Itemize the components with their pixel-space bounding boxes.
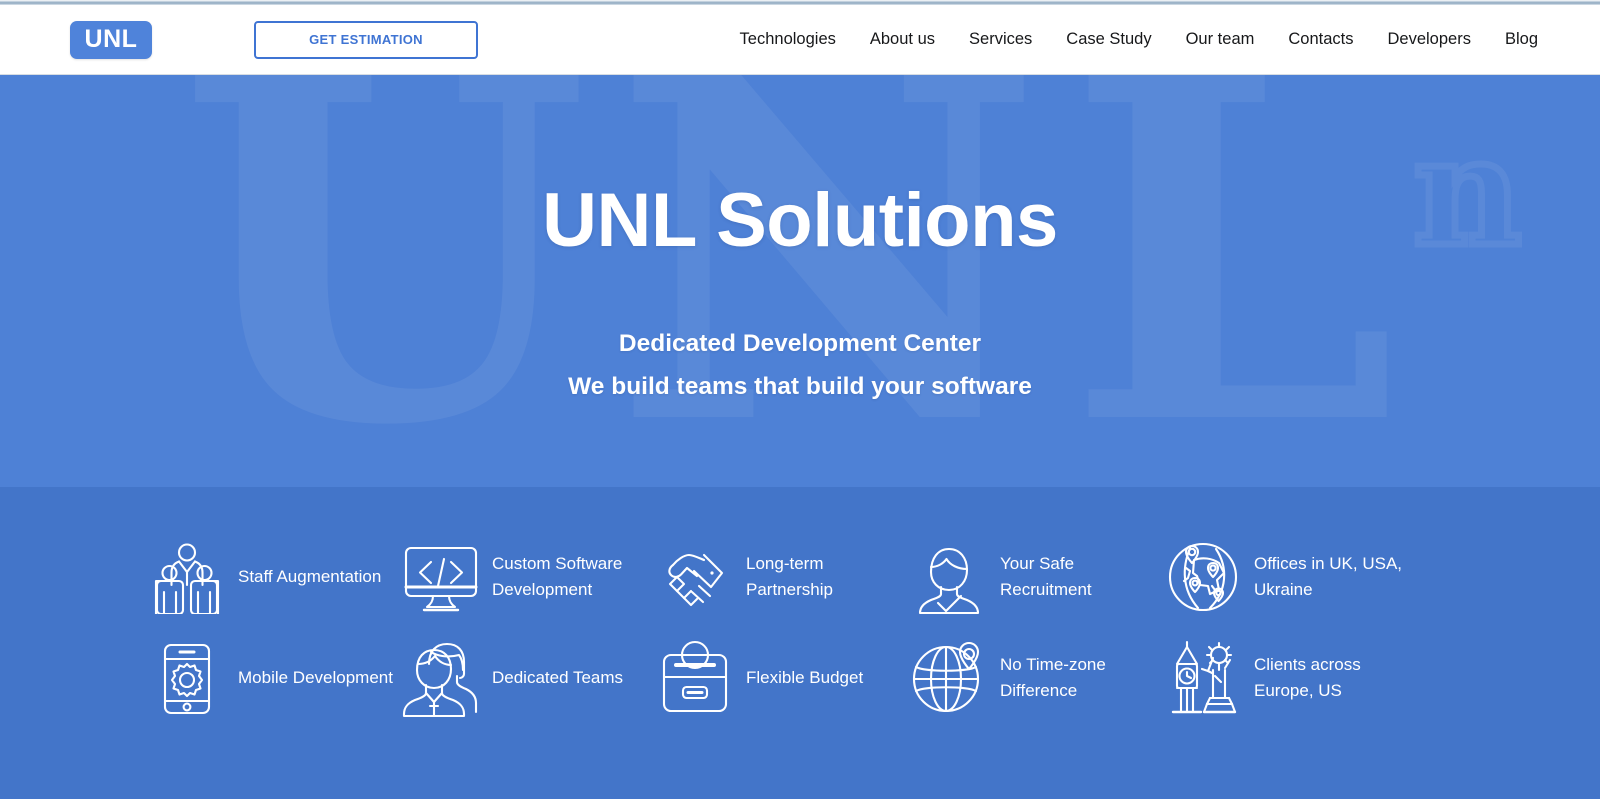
landmarks-icon (1162, 637, 1244, 719)
nav-item-blog[interactable]: Blog (1488, 30, 1538, 49)
feature-long-term-partnership[interactable]: Long-term Partnership (654, 536, 908, 618)
team-people-icon (146, 536, 228, 618)
logo[interactable]: UNL (70, 20, 152, 59)
feature-flexible-budget[interactable]: Flexible Budget (654, 637, 908, 719)
mobile-gear-icon (146, 637, 228, 719)
nav-item-about-us[interactable]: About us (853, 30, 952, 49)
globe-pin-icon (908, 637, 990, 719)
hero-subtitle: Dedicated Development Center We build te… (0, 322, 1600, 409)
nav-item-contacts[interactable]: Contacts (1271, 30, 1370, 49)
team-avatars-icon (400, 637, 482, 719)
hero-section: UNL n UNL Solutions Dedicated Developmen… (0, 75, 1600, 487)
feature-your-safe-recruitment[interactable]: Your Safe Recruitment (908, 536, 1162, 618)
hero-subtitle-line1: Dedicated Development Center (618, 329, 982, 357)
nav-item-case-study[interactable]: Case Study (1049, 30, 1168, 49)
handshake-icon (654, 536, 736, 618)
site-header: UNL GET ESTIMATION Technologies About us… (0, 5, 1600, 75)
hero-title: UNL Solutions (542, 178, 1058, 263)
get-estimation-button[interactable]: GET ESTIMATION (254, 20, 478, 59)
feature-label: Long-term Partnership (746, 554, 833, 599)
feature-no-timezone-difference[interactable]: No Time-zone Difference (908, 637, 1162, 719)
feature-staff-augmentation[interactable]: Staff Augmentation (146, 536, 400, 618)
feature-label: No Time-zone Difference (1000, 655, 1106, 700)
feature-label: Mobile Development (238, 668, 393, 688)
main-navigation: Technologies About us Services Case Stud… (723, 30, 1538, 49)
feature-label: Flexible Budget (746, 668, 864, 688)
feature-dedicated-teams[interactable]: Dedicated Teams (400, 637, 654, 719)
hero-content: UNL Solutions Dedicated Development Cent… (0, 75, 1600, 409)
feature-custom-software-development[interactable]: Custom Software Development (400, 536, 654, 618)
nav-item-developers[interactable]: Developers (1371, 30, 1488, 49)
briefcase-icon (654, 637, 736, 719)
nav-item-services[interactable]: Services (952, 30, 1049, 49)
feature-mobile-development[interactable]: Mobile Development (146, 637, 400, 719)
nav-item-technologies[interactable]: Technologies (723, 30, 853, 49)
feature-label: Offices in UK, USA, Ukraine (1254, 554, 1403, 599)
features-row-1: Staff Augmentation Custom Software Devel… (0, 536, 1600, 618)
globe-pins-icon (1162, 536, 1244, 618)
features-row-2: Mobile Development Dedicated Teams Flexi… (0, 637, 1600, 719)
features-section: Staff Augmentation Custom Software Devel… (0, 487, 1600, 799)
feature-offices[interactable]: Offices in UK, USA, Ukraine (1162, 536, 1416, 618)
feature-label: Custom Software Development (492, 554, 623, 599)
feature-label: Dedicated Teams (492, 668, 624, 688)
feature-clients-across[interactable]: Clients across Europe, US (1162, 637, 1416, 719)
logo-text: UNL (84, 25, 138, 53)
nav-item-our-team[interactable]: Our team (1169, 30, 1272, 49)
hero-subtitle-line2: We build teams that build your software (568, 373, 1032, 401)
feature-label: Your Safe Recruitment (1000, 554, 1092, 599)
person-check-icon (908, 536, 990, 618)
feature-label: Clients across Europe, US (1254, 655, 1361, 700)
code-monitor-icon (400, 536, 482, 618)
feature-label: Staff Augmentation (238, 567, 382, 587)
get-estimation-label: GET ESTIMATION (309, 32, 423, 47)
